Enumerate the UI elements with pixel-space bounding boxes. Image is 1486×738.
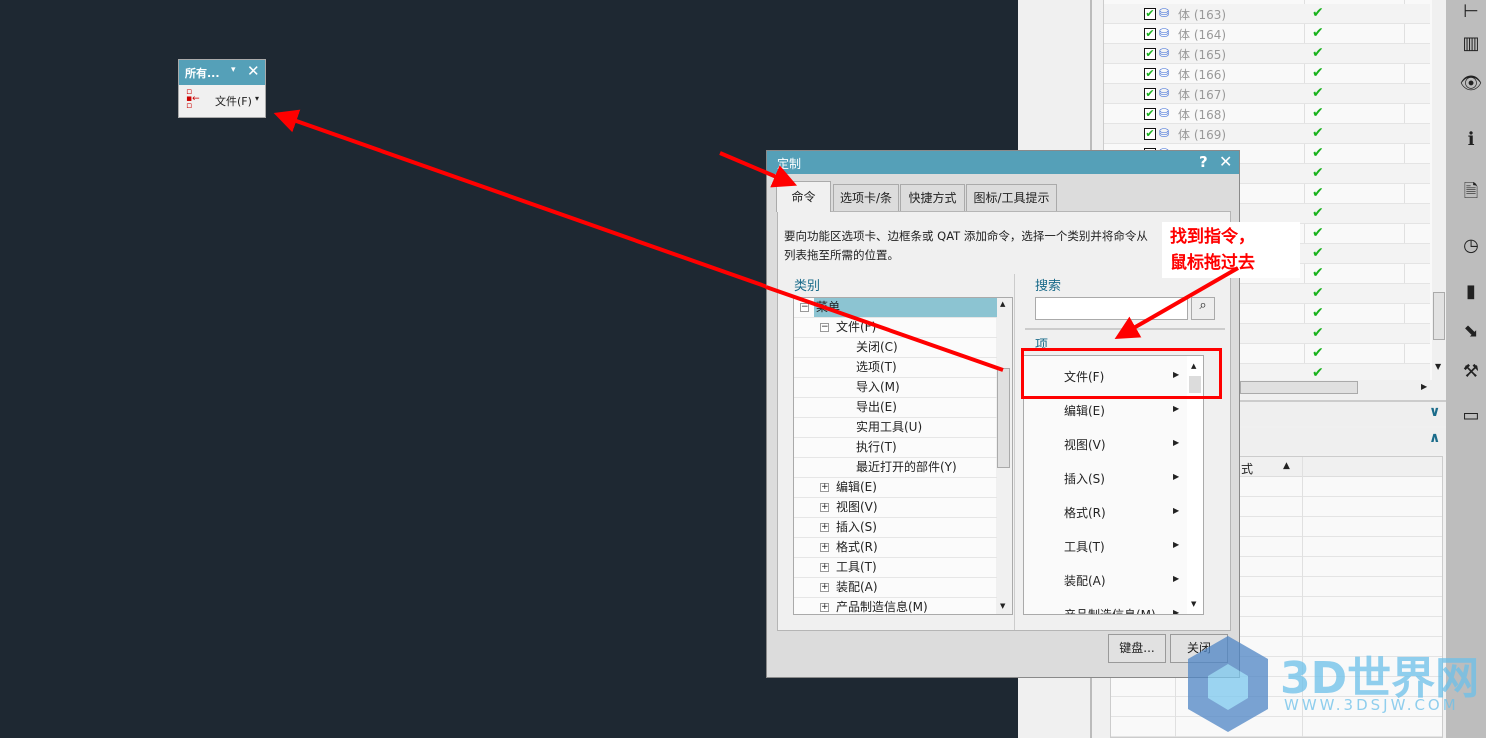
tree-item[interactable]: 导出(E)	[794, 398, 997, 418]
submenu-arrow-icon: ▶	[1173, 608, 1180, 615]
tab-1[interactable]: 选项卡/条	[833, 184, 899, 211]
scroll-down-icon[interactable]: ▼	[1191, 600, 1196, 608]
arrow-layer	[273, 109, 1004, 372]
annotation-line: 鼠标拖过去	[1170, 253, 1255, 273]
divider	[1014, 274, 1015, 630]
tree-item-label: 导入(M)	[856, 380, 900, 394]
help-button[interactable]: ?	[1199, 153, 1208, 171]
tree-item[interactable]: − 文件(F)	[794, 318, 997, 338]
category-label: 类别	[794, 279, 821, 294]
tab-2[interactable]: 快捷方式	[900, 184, 965, 211]
command-item[interactable]: 装配(A)	[1064, 572, 1106, 589]
tree-scrollbar[interactable]: ▲ ▼	[996, 298, 1012, 614]
keyboard-button[interactable]: 键盘...	[1108, 634, 1166, 663]
collapse-icon[interactable]: −	[820, 323, 829, 332]
search-input[interactable]	[1035, 297, 1188, 320]
submenu-arrow-icon: ▶	[1173, 404, 1180, 413]
divider	[1025, 328, 1225, 330]
dialog-titlebar[interactable]: 定制 ? ✕	[767, 151, 1239, 174]
description: 要向功能区选项卡、边框条或 QAT 添加命令，选择一个类别并将命令从 列表拖至所…	[784, 227, 1224, 265]
tree-item[interactable]: 执行(T)	[794, 438, 997, 458]
close-icon[interactable]: ✕	[1219, 152, 1232, 171]
tree-item-label: 视图(V)	[836, 500, 878, 514]
tree-item[interactable]: + 产品制造信息(M)	[794, 598, 997, 614]
expand-icon[interactable]: +	[820, 523, 829, 532]
watermark-url: WWW.3DSJW.COM	[1284, 696, 1459, 714]
tree-item[interactable]: 实用工具(U)	[794, 418, 997, 438]
tree-item[interactable]: + 视图(V)	[794, 498, 997, 518]
scrollbar-thumb[interactable]	[997, 368, 1010, 468]
tree-item-label: 选项(T)	[856, 360, 897, 374]
tree-item[interactable]: + 编辑(E)	[794, 478, 997, 498]
tree-item-label: 插入(S)	[836, 520, 877, 534]
search-button[interactable]: ⌕	[1191, 297, 1215, 320]
tab-0[interactable]: 命令	[776, 181, 831, 212]
expand-icon[interactable]: +	[820, 583, 829, 592]
command-item[interactable]: 插入(S)	[1064, 470, 1105, 487]
tree-item[interactable]: + 装配(A)	[794, 578, 997, 598]
cube-logo-icon	[1188, 636, 1268, 732]
tree-item-label: 执行(T)	[856, 440, 897, 454]
submenu-arrow-icon: ▶	[1173, 472, 1180, 481]
expand-icon[interactable]: +	[820, 483, 829, 492]
expand-icon[interactable]: +	[820, 563, 829, 572]
search-icon: ⌕	[1199, 298, 1207, 313]
tree-item[interactable]: 导入(M)	[794, 378, 997, 398]
description-line: 列表拖至所需的位置。	[784, 248, 899, 262]
expand-icon[interactable]: +	[820, 603, 829, 612]
tree-item-label: 装配(A)	[836, 580, 878, 594]
search-label: 搜索	[1035, 279, 1062, 294]
command-item[interactable]: 产品制造信息(M)	[1064, 606, 1156, 614]
tree-item[interactable]: 选项(T)	[794, 358, 997, 378]
tree-item-label: 编辑(E)	[836, 480, 877, 494]
tree-item-label: 最近打开的部件(Y)	[856, 460, 957, 474]
tree-item[interactable]: 最近打开的部件(Y)	[794, 458, 997, 478]
annotation-callout: 找到指令， 鼠标拖过去	[1162, 222, 1300, 278]
tree-item-label: 文件(F)	[836, 320, 877, 334]
tree-item[interactable]: 关闭(C)	[794, 338, 997, 358]
submenu-arrow-icon: ▶	[1173, 438, 1180, 447]
annotation-line: 找到指令，	[1170, 227, 1255, 247]
tree-item[interactable]: + 工具(T)	[794, 558, 997, 578]
scroll-up-icon[interactable]: ▲	[1000, 300, 1005, 308]
category-tree: ▲ ▼ − 菜单 − 文件(F) 关闭(C) 选项(T) 导入(M) 导出(E) 实用工具(U)…	[793, 297, 1013, 615]
expand-icon[interactable]: +	[820, 543, 829, 552]
tree-item-label: 导出(E)	[856, 400, 897, 414]
submenu-arrow-icon: ▶	[1173, 506, 1180, 515]
expand-icon[interactable]: +	[820, 503, 829, 512]
submenu-arrow-icon: ▶	[1173, 574, 1180, 583]
tree-item-label: 菜单	[816, 300, 841, 314]
command-item[interactable]: 工具(T)	[1064, 538, 1105, 555]
submenu-arrow-icon: ▶	[1173, 540, 1180, 549]
tree-item[interactable]: − 菜单	[794, 298, 997, 318]
tree-item-label: 实用工具(U)	[856, 420, 923, 434]
tree-item-label: 产品制造信息(M)	[836, 600, 928, 614]
command-item[interactable]: 视图(V)	[1064, 436, 1106, 453]
dialog-title: 定制	[777, 157, 802, 171]
scroll-down-icon[interactable]: ▼	[1000, 602, 1005, 610]
collapse-icon[interactable]: −	[800, 303, 809, 312]
tree-item[interactable]: + 插入(S)	[794, 518, 997, 538]
tree-item-label: 关闭(C)	[856, 340, 898, 354]
description-line: 要向功能区选项卡、边框条或 QAT 添加命令，选择一个类别并将命令从	[784, 229, 1148, 243]
tree-item[interactable]: + 格式(R)	[794, 538, 997, 558]
tree-item-label: 格式(R)	[836, 540, 878, 554]
highlight-box	[1021, 348, 1222, 399]
command-item[interactable]: 编辑(E)	[1064, 402, 1105, 419]
tree-item-label: 工具(T)	[836, 560, 877, 574]
tab-3[interactable]: 图标/工具提示	[966, 184, 1057, 211]
watermark-logo: 3D世界网 WWW.3DSJW.COM	[1186, 634, 1486, 734]
command-item[interactable]: 格式(R)	[1064, 504, 1106, 521]
